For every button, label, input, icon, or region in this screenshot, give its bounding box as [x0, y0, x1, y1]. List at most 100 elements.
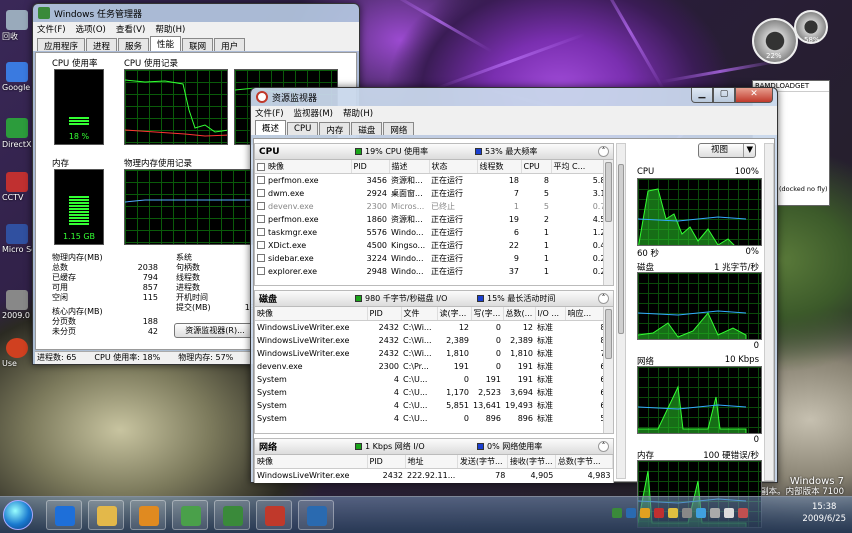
row-checkbox[interactable]	[257, 202, 265, 210]
resmon-titlebar[interactable]: 资源监视器 ▁ ▢ ✕	[251, 88, 777, 106]
tab-overview[interactable]: 概述	[255, 120, 287, 135]
desktop-icon-directx[interactable]: DirectX 快捷	[2, 118, 32, 150]
row-checkbox[interactable]	[257, 189, 265, 197]
taskmgr-titlebar[interactable]: Windows 任务管理器	[33, 4, 359, 22]
tray-icon-4[interactable]	[654, 508, 664, 518]
row-checkbox[interactable]	[257, 267, 265, 275]
taskbar-button-resmon[interactable]	[256, 500, 292, 530]
desktop-icon-security[interactable]: Micro Secur	[2, 224, 32, 254]
network-section-header[interactable]: 网络 1 Kbps 网络 I/O 0% 网络使用率 ˄	[255, 439, 613, 455]
select-all-checkbox[interactable]	[257, 162, 265, 171]
flag-tray-icon[interactable]	[738, 508, 748, 518]
resource-monitor-button[interactable]: 资源监视器(R)...	[174, 323, 256, 338]
table-row[interactable]: perfmon.exe 3456 资源和... 正在运行 18 8 5.87	[255, 173, 613, 187]
table-row[interactable]: WindowsLiveWriter.exe 2432 C:\Wi... 12 0 12 标准…	[255, 320, 613, 334]
row-checkbox[interactable]	[257, 254, 265, 262]
column-header[interactable]: PID	[367, 455, 406, 469]
row-checkbox[interactable]	[257, 176, 265, 184]
table-row[interactable]: WindowsLiveWriter.exe 2432 C:\Wi... 2,389 0 2…	[255, 333, 613, 347]
resmon-menu-file[interactable]: 文件(F)	[255, 107, 284, 119]
desktop-icon-2009[interactable]: 2009.0	[2, 290, 32, 320]
close-button[interactable]: ✕	[735, 88, 773, 103]
row-checkbox[interactable]	[257, 228, 265, 236]
taskbar-button-explorer[interactable]	[88, 500, 124, 530]
desktop-icon-google[interactable]: Google	[2, 62, 32, 92]
resmon-pane-scrollbar[interactable]	[616, 143, 626, 479]
taskmgr-menu-help[interactable]: 帮助(H)	[155, 23, 185, 35]
tray-icon-7[interactable]	[696, 508, 706, 518]
column-header[interactable]: 映像	[255, 455, 368, 469]
table-row[interactable]: perfmon.exe 1860 资源和... 正在运行 19 2 4.51	[255, 212, 613, 226]
clock[interactable]: 15:38 2009/6/25	[802, 501, 846, 525]
table-row[interactable]: devenv.exe2300C:\Pr...1910191标准67	[255, 359, 613, 373]
tray-icon-6[interactable]	[682, 508, 692, 518]
column-header[interactable]: 描述	[389, 160, 430, 174]
tab-disk[interactable]: 磁盘	[351, 122, 383, 136]
table-row[interactable]: sidebar.exe 3224 Windo... 正在运行 9 1 0.25	[255, 251, 613, 265]
column-header[interactable]: I/O ...	[535, 307, 566, 321]
network-tray-icon[interactable]	[710, 508, 720, 518]
column-header[interactable]: 状态	[429, 160, 478, 174]
resmon-view-button[interactable]: 视图 ▼	[698, 143, 756, 158]
column-header[interactable]: 线程数	[477, 160, 522, 174]
taskbar-button-writer[interactable]	[298, 500, 334, 530]
table-row[interactable]: System4C:\U...5,85113,64119,493标准61	[255, 398, 613, 412]
chevron-up-icon[interactable]: ˄	[598, 441, 609, 452]
table-row[interactable]: dwm.exe 2924 桌面窗... 正在运行 7 5 3.10	[255, 186, 613, 200]
resource-monitor-window[interactable]: 资源监视器 ▁ ▢ ✕ 文件(F) 监视器(M) 帮助(H) 概述 CPU 内存…	[250, 87, 778, 528]
taskbar-button-media[interactable]	[130, 500, 166, 530]
tab-users[interactable]: 用户	[214, 38, 246, 52]
column-header[interactable]: 地址	[405, 455, 458, 469]
tray-icon-3[interactable]	[640, 508, 650, 518]
table-row[interactable]: explorer.exe 2948 Windo... 正在运行 37 1 0.25	[255, 264, 613, 278]
disk-section-header[interactable]: 磁盘 980 千字节/秒磁盘 I/O 15% 最长活动时间 ˄	[255, 291, 613, 307]
row-checkbox[interactable]	[257, 241, 265, 249]
disk-table-scrollbar[interactable]	[603, 307, 613, 433]
desktop-icon-user[interactable]: Use	[2, 338, 32, 368]
column-header[interactable]: 读(字...	[437, 307, 472, 321]
maximize-button[interactable]: ▢	[713, 88, 735, 103]
row-checkbox[interactable]	[257, 215, 265, 223]
taskmgr-menu-view[interactable]: 查看(V)	[116, 23, 145, 35]
minimize-button[interactable]: ▁	[691, 88, 713, 103]
table-row[interactable]: devenv.exe 2300 Micros... 已终止 1 5 0.77	[255, 199, 613, 213]
table-row[interactable]: System4C:\U...0896896标准50	[255, 411, 613, 425]
tab-networking[interactable]: 联网	[182, 38, 214, 52]
desktop-icon-cctv[interactable]: CCTV	[2, 172, 32, 202]
column-header[interactable]: 映像	[255, 307, 368, 321]
chevron-up-icon[interactable]: ˄	[598, 293, 609, 304]
column-header[interactable]: 映像	[255, 160, 352, 174]
table-row[interactable]: taskmgr.exe 5576 Windo... 正在运行 6 1 1.28	[255, 225, 613, 239]
taskbar-button-taskmgr[interactable]	[214, 500, 250, 530]
table-row[interactable]: System4C:\U...0191191标准67	[255, 372, 613, 386]
table-row[interactable]: System4C:\U...1,1702,5233,694标准63	[255, 385, 613, 399]
resmon-menu-monitor[interactable]: 监视器(M)	[294, 107, 333, 119]
cpu-meter-gadget[interactable]: 22% 58%	[752, 8, 832, 72]
volume-tray-icon[interactable]	[724, 508, 734, 518]
table-row[interactable]: WindowsLiveWriter.exe 2432 C:\Wi... 1,810 0 1…	[255, 346, 613, 360]
start-button[interactable]	[3, 500, 33, 530]
tab-cpu[interactable]: CPU	[287, 122, 319, 135]
taskmgr-menu-options[interactable]: 选项(O)	[76, 23, 106, 35]
tab-services[interactable]: 服务	[118, 38, 150, 52]
column-header[interactable]: 总数(...	[503, 307, 536, 321]
taskmgr-menu-file[interactable]: 文件(F)	[37, 23, 66, 35]
column-header[interactable]: CPU	[521, 160, 552, 174]
column-header[interactable]: PID	[367, 307, 402, 321]
tray-icon-1[interactable]	[612, 508, 622, 518]
column-header[interactable]: 接收(字节...	[507, 455, 556, 469]
table-row[interactable]: WindowsLiveWriter.exe 2432 222.92.11... 78 4…	[255, 468, 613, 482]
resmon-menu-help[interactable]: 帮助(H)	[343, 107, 373, 119]
tray-icon-5[interactable]	[668, 508, 678, 518]
column-header[interactable]: 写(字...	[471, 307, 504, 321]
column-header[interactable]: 发送(字节...	[457, 455, 508, 469]
tab-processes[interactable]: 进程	[86, 38, 118, 52]
tray-icon-2[interactable]	[626, 508, 636, 518]
chevron-up-icon[interactable]: ˄	[598, 146, 609, 157]
taskbar-button-ie[interactable]	[46, 500, 82, 530]
column-header[interactable]: PID	[351, 160, 390, 174]
tab-network[interactable]: 网络	[383, 122, 415, 136]
tab-applications[interactable]: 应用程序	[37, 38, 86, 52]
cpu-section-header[interactable]: CPU 19% CPU 使用率 53% 最大频率 ˄	[255, 144, 613, 160]
taskbar-button-people[interactable]	[172, 500, 208, 530]
